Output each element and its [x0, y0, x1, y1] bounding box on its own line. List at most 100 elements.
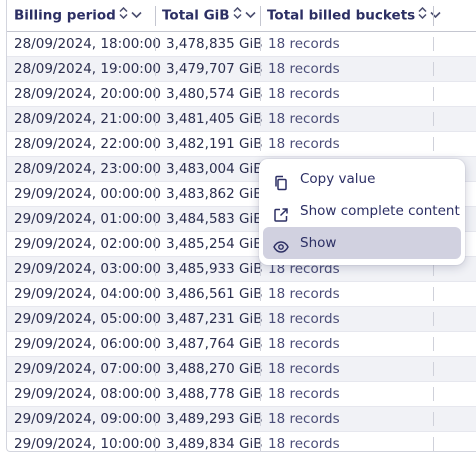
cell-billing-period[interactable]: 29/09/2024, 03:00:00	[14, 257, 161, 281]
table-row[interactable]: 29/09/2024, 06:00:00 3,487,764 GiB 18 reco…	[7, 332, 476, 357]
cell-billing-period[interactable]: 28/09/2024, 23:00:00	[14, 157, 161, 181]
cell-total-gib[interactable]: 3,478,835 GiB	[166, 32, 262, 56]
cell-total-billed-buckets[interactable]: 18 records	[268, 332, 340, 356]
chevron-down-icon[interactable]	[131, 0, 142, 31]
copy-icon	[273, 171, 289, 191]
cell-billing-period[interactable]: 29/09/2024, 02:00:00	[14, 232, 161, 256]
column-divider[interactable]	[260, 6, 261, 26]
cell-divider	[433, 412, 434, 426]
column-header-total-gib[interactable]: Total GiB	[162, 0, 256, 31]
table-row[interactable]: 29/09/2024, 10:00:00 3,489,834 GiB 18 reco…	[7, 432, 476, 451]
cell-billing-period[interactable]: 28/09/2024, 22:00:00	[14, 132, 161, 156]
cell-divider	[260, 112, 261, 126]
column-header-label: Total billed buckets	[267, 7, 416, 24]
table-row[interactable]: 29/09/2024, 08:00:00 3,488,778 GiB 18 reco…	[7, 382, 476, 407]
cell-billing-period[interactable]: 29/09/2024, 08:00:00	[14, 382, 161, 406]
cell-divider	[260, 137, 261, 151]
sort-icon[interactable]	[119, 0, 128, 31]
cell-divider	[155, 87, 156, 101]
cell-billing-period[interactable]: 29/09/2024, 06:00:00	[14, 332, 161, 356]
column-header-total-billed-buckets[interactable]: Total billed buckets	[267, 0, 441, 31]
table-row[interactable]: 29/09/2024, 09:00:00 3,489,293 GiB 18 reco…	[7, 407, 476, 432]
cell-divider	[433, 362, 434, 376]
cell-total-billed-buckets[interactable]: 18 records	[268, 407, 340, 431]
cell-total-billed-buckets[interactable]: 18 records	[268, 57, 340, 81]
table-row[interactable]: 29/09/2024, 05:00:00 3,487,231 GiB 18 reco…	[7, 307, 476, 332]
menu-item-show-complete-content[interactable]: Show complete content	[263, 195, 461, 227]
cell-billing-period[interactable]: 28/09/2024, 19:00:00	[14, 57, 161, 81]
sort-icon[interactable]	[418, 0, 427, 31]
chevron-down-icon[interactable]	[430, 0, 441, 31]
cell-divider	[155, 362, 156, 376]
table-row[interactable]: 28/09/2024, 20:00:00 3,480,574 GiB 18 reco…	[7, 82, 476, 107]
cell-total-gib[interactable]: 3,487,231 GiB	[166, 307, 262, 331]
cell-divider	[155, 212, 156, 226]
cell-total-gib[interactable]: 3,484,583 GiB	[166, 207, 262, 231]
menu-item-copy-value[interactable]: Copy value	[263, 163, 461, 195]
cell-divider	[433, 37, 434, 51]
cell-total-billed-buckets[interactable]: 18 records	[268, 432, 340, 451]
cell-divider	[155, 337, 156, 351]
cell-divider	[260, 437, 261, 451]
cell-total-gib[interactable]: 3,486,561 GiB	[166, 282, 262, 306]
cell-divider	[433, 87, 434, 101]
cell-divider	[433, 437, 434, 451]
cell-billing-period[interactable]: 28/09/2024, 20:00:00	[14, 82, 161, 106]
cell-divider	[260, 312, 261, 326]
cell-billing-period[interactable]: 28/09/2024, 21:00:00	[14, 107, 161, 131]
column-header-billing-period[interactable]: Billing period	[14, 0, 142, 31]
cell-billing-period[interactable]: 29/09/2024, 05:00:00	[14, 307, 161, 331]
menu-item-label: Show complete content	[300, 203, 460, 219]
cell-divider	[155, 412, 156, 426]
cell-billing-period[interactable]: 29/09/2024, 01:00:00	[14, 207, 161, 231]
cell-total-gib[interactable]: 3,485,933 GiB	[166, 257, 262, 281]
cell-total-gib[interactable]: 3,485,254 GiB	[166, 232, 262, 256]
cell-divider	[433, 62, 434, 76]
cell-divider	[433, 287, 434, 301]
cell-divider	[260, 262, 261, 276]
cell-total-gib[interactable]: 3,481,405 GiB	[166, 107, 262, 131]
eye-icon	[273, 235, 289, 253]
cell-total-gib[interactable]: 3,480,574 GiB	[166, 82, 262, 106]
chevron-down-icon[interactable]	[245, 0, 256, 31]
cell-total-billed-buckets[interactable]: 18 records	[268, 282, 340, 306]
cell-total-billed-buckets[interactable]: 18 records	[268, 382, 340, 406]
table-row[interactable]: 28/09/2024, 18:00:00 3,478,835 GiB 18 reco…	[7, 32, 476, 57]
cell-divider	[155, 237, 156, 251]
cell-total-gib[interactable]: 3,483,862 GiB	[166, 182, 262, 206]
cell-total-gib[interactable]: 3,479,707 GiB	[166, 57, 262, 81]
cell-total-gib[interactable]: 3,487,764 GiB	[166, 332, 262, 356]
cell-billing-period[interactable]: 29/09/2024, 04:00:00	[14, 282, 161, 306]
cell-total-billed-buckets[interactable]: 18 records	[268, 132, 340, 156]
cell-total-gib[interactable]: 3,488,270 GiB	[166, 357, 262, 381]
cell-total-gib[interactable]: 3,489,293 GiB	[166, 407, 262, 431]
cell-total-billed-buckets[interactable]: 18 records	[268, 32, 340, 56]
cell-billing-period[interactable]: 29/09/2024, 07:00:00	[14, 357, 161, 381]
cell-billing-period[interactable]: 28/09/2024, 18:00:00	[14, 32, 161, 56]
column-divider[interactable]	[433, 6, 434, 26]
cell-divider	[155, 62, 156, 76]
table-row[interactable]: 29/09/2024, 04:00:00 3,486,561 GiB 18 reco…	[7, 282, 476, 307]
cell-total-gib[interactable]: 3,489,834 GiB	[166, 432, 262, 451]
cell-total-gib[interactable]: 3,482,191 GiB	[166, 132, 262, 156]
cell-total-billed-buckets[interactable]: 18 records	[268, 307, 340, 331]
table-row[interactable]: 28/09/2024, 21:00:00 3,481,405 GiB 18 reco…	[7, 107, 476, 132]
menu-item-show[interactable]: Show	[263, 227, 461, 259]
cell-total-billed-buckets[interactable]: 18 records	[268, 107, 340, 131]
table-row[interactable]: 29/09/2024, 07:00:00 3,488,270 GiB 18 reco…	[7, 357, 476, 382]
cell-divider	[260, 412, 261, 426]
cell-total-gib[interactable]: 3,488,778 GiB	[166, 382, 262, 406]
cell-total-billed-buckets[interactable]: 18 records	[268, 82, 340, 106]
cell-divider	[155, 187, 156, 201]
cell-total-gib[interactable]: 3,483,004 GiB	[166, 157, 262, 181]
cell-billing-period[interactable]: 29/09/2024, 00:00:00	[14, 182, 161, 206]
column-divider[interactable]	[155, 6, 156, 26]
sort-icon[interactable]	[233, 0, 242, 31]
cell-billing-period[interactable]: 29/09/2024, 09:00:00	[14, 407, 161, 431]
cell-total-billed-buckets[interactable]: 18 records	[268, 357, 340, 381]
table-row[interactable]: 28/09/2024, 22:00:00 3,482,191 GiB 18 reco…	[7, 132, 476, 157]
cell-divider	[155, 312, 156, 326]
column-header-label: Billing period	[14, 7, 116, 24]
cell-billing-period[interactable]: 29/09/2024, 10:00:00	[14, 432, 161, 451]
table-row[interactable]: 28/09/2024, 19:00:00 3,479,707 GiB 18 reco…	[7, 57, 476, 82]
